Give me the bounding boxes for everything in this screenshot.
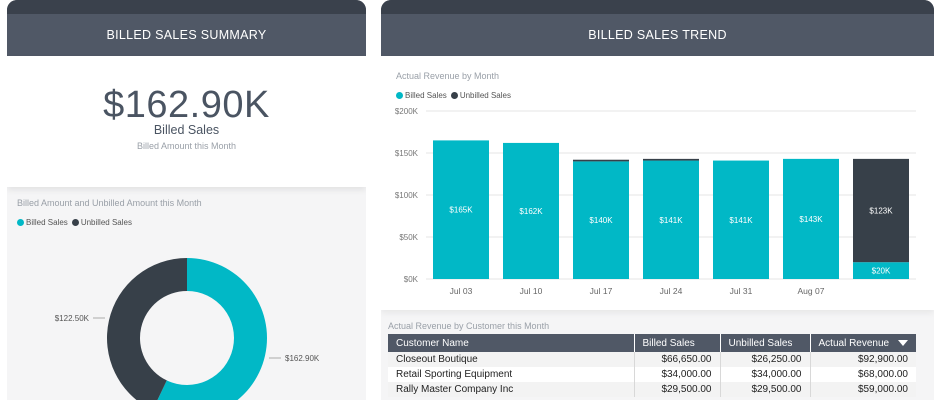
col-header-billed[interactable]: Billed Sales — [633, 334, 720, 352]
trend-card: Actual Revenue by Month Billed Sales Unb… — [381, 56, 934, 310]
x-tick-label: Jul 10 — [520, 286, 543, 296]
sort-descending-icon[interactable] — [898, 340, 908, 346]
table-row[interactable]: Retail Sporting Equipment $34,000.00 $34,0… — [388, 367, 916, 382]
cell-unbilled-sales: $34,000.00 — [719, 367, 810, 382]
table-body: Closeout Boutique $66,650.00 $26,250.00 $92… — [388, 352, 916, 397]
data-label-billed: $20K — [872, 267, 891, 276]
cell-billed-sales: $29,500.00 — [633, 382, 720, 397]
table-row[interactable]: Closeout Boutique $66,650.00 $26,250.00 $92… — [388, 352, 916, 367]
kpi-card[interactable]: $162.90K Billed Sales Billed Amount this… — [7, 56, 366, 187]
donut-legend: Billed Sales Unbilled Sales — [17, 218, 136, 227]
donut-label-unbilled: $122.50K — [55, 314, 90, 323]
cell-billed-sales: $66,650.00 — [633, 352, 720, 367]
cell-actual-revenue: $59,000.00 — [809, 382, 916, 397]
customer-revenue-table: Customer Name Billed Sales Unbilled Sale… — [388, 334, 916, 397]
y-tick-label: $50K — [399, 233, 418, 242]
table-header-row: Customer Name Billed Sales Unbilled Sale… — [388, 334, 916, 352]
trend-title: BILLED SALES TREND — [588, 28, 727, 42]
data-label-unbilled: $123K — [869, 207, 893, 216]
legend-dot-unbilled — [71, 219, 79, 226]
cell-unbilled-sales: $29,500.00 — [719, 382, 810, 397]
x-tick-label: Jul 24 — [660, 286, 683, 296]
cell-actual-revenue: $68,000.00 — [809, 367, 916, 382]
col-header-unbilled[interactable]: Unbilled Sales — [719, 334, 810, 352]
y-tick-label: $100K — [395, 191, 419, 200]
data-label-billed: $141K — [729, 216, 753, 225]
col-header-actual-revenue-label: Actual Revenue — [818, 337, 890, 349]
cell-unbilled-sales: $26,250.00 — [719, 352, 810, 367]
data-label-billed: $162K — [519, 207, 543, 216]
header-strip — [381, 0, 934, 14]
cell-customer-name: Closeout Boutique — [388, 352, 634, 367]
data-label-billed: $140K — [589, 216, 613, 225]
cell-billed-sales: $34,000.00 — [633, 367, 720, 382]
donut-label-billed: $162.90K — [285, 354, 320, 363]
x-tick-label: Aug 07 — [798, 286, 825, 296]
donut-chart[interactable]: $162.90K $122.50K — [7, 230, 366, 400]
x-tick-label: Jul 03 — [450, 286, 473, 296]
legend-dot-billed — [17, 219, 24, 226]
header-strip — [7, 0, 366, 14]
cell-customer-name: Retail Sporting Equipment — [388, 367, 634, 382]
x-tick-label: Jul 17 — [590, 286, 613, 296]
bar-chart[interactable]: $0K $50K $100K $150K $200K $165K Jul 03 $162K Ju… — [381, 56, 934, 310]
cell-customer-name: Rally Master Company Inc — [388, 382, 634, 397]
data-label-billed: $143K — [799, 215, 823, 224]
table-row[interactable]: Rally Master Company Inc $29,500.00 $29,50… — [388, 382, 916, 397]
donut-chart-title: Billed Amount and Unbilled Amount this M… — [17, 198, 202, 208]
data-label-billed: $141K — [659, 216, 683, 225]
y-tick-label: $200K — [395, 107, 419, 116]
trend-header: BILLED SALES TREND — [381, 0, 934, 56]
legend-label-unbilled: Unbilled Sales — [80, 218, 132, 227]
kpi-value: $162.90K — [103, 84, 270, 126]
legend-item-billed[interactable]: Billed Sales — [17, 218, 68, 227]
bar-unbilled[interactable] — [643, 158, 699, 161]
billed-sales-summary-panel: BILLED SALES SUMMARY $162.90K Billed Sal… — [7, 0, 366, 400]
y-tick-label: $0K — [404, 275, 419, 284]
billed-sales-trend-panel: BILLED SALES TREND Actual Revenue by Mon… — [381, 0, 934, 400]
donut-slice-unbilled[interactable] — [107, 258, 187, 400]
bar-unbilled[interactable] — [573, 159, 629, 162]
kpi-sublabel: Billed Amount this Month — [136, 141, 237, 151]
y-tick-label: $150K — [395, 149, 419, 158]
col-header-customer[interactable]: Customer Name — [388, 334, 634, 352]
legend-item-unbilled[interactable]: Unbilled Sales — [71, 218, 132, 227]
x-tick-label: Jul 31 — [730, 286, 753, 296]
table-title: Actual Revenue by Customer this Month — [388, 321, 550, 331]
col-header-actual-revenue[interactable]: Actual Revenue — [809, 334, 916, 352]
cell-actual-revenue: $92,900.00 — [809, 352, 916, 367]
legend-label-billed: Billed Sales — [26, 218, 68, 227]
kpi-label: Billed Sales — [153, 123, 220, 137]
summary-title: BILLED SALES SUMMARY — [106, 28, 267, 42]
data-label-billed: $165K — [449, 206, 473, 215]
summary-header: BILLED SALES SUMMARY — [7, 0, 366, 56]
